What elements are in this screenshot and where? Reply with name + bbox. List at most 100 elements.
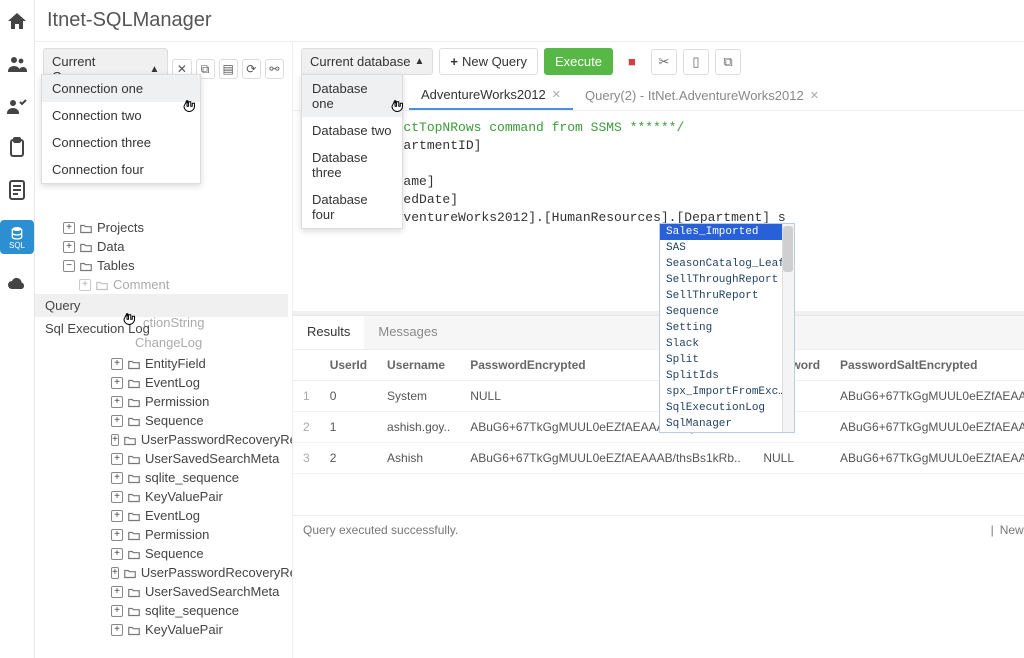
tree-table-node[interactable]: +sqlite_sequence [45, 468, 288, 487]
tree-table-node[interactable]: +KeyValuePair [45, 620, 288, 639]
close-icon[interactable]: ✕ [552, 88, 561, 101]
folder-icon [127, 586, 141, 597]
tree-node[interactable]: +Projects [45, 218, 288, 237]
tree-table-node[interactable]: +UserPasswordRecoveryRequest [45, 430, 288, 449]
tree-table-node[interactable]: +Permission [45, 525, 288, 544]
folder-icon [127, 510, 141, 521]
tree-table-node[interactable]: +sqlite_sequence [45, 601, 288, 620]
connection-item[interactable]: Connection four [42, 156, 200, 183]
intellisense-item[interactable]: SellThroughReport [660, 272, 794, 288]
folder-icon [123, 434, 137, 445]
connection-item[interactable]: Connection one [42, 75, 200, 102]
folder-icon [127, 358, 141, 369]
tree-node[interactable]: +Data [45, 237, 288, 256]
tree-label: Tables [97, 258, 135, 273]
col-header[interactable]: Username [377, 350, 460, 381]
folder-icon [79, 241, 93, 252]
sidebar-item-query[interactable]: Query [35, 294, 288, 317]
intellisense-item[interactable]: SAS [660, 240, 794, 256]
tree-table-node[interactable]: +UserSavedSearchMeta [45, 449, 288, 468]
folder-icon [127, 396, 141, 407]
intellisense-item[interactable]: SqlManager [660, 416, 794, 432]
nav-sql-icon[interactable]: SQL [0, 220, 34, 254]
tab-label: Query(2) - ItNet.AdventureWorks2012 [585, 88, 804, 103]
new-query-button[interactable]: +New Query [439, 48, 538, 75]
tree-table-node[interactable]: +UserSavedSearchMeta [45, 582, 288, 601]
folder-icon [95, 279, 109, 290]
status-message: Query executed successfully. [303, 523, 458, 537]
intellisense-popup[interactable]: Sales_ImportedSASSeasonCatalog_LeafSellT… [659, 223, 795, 433]
database-item[interactable]: Database two [302, 117, 402, 144]
scrollbar[interactable] [782, 224, 794, 432]
results-tab[interactable]: Results [293, 316, 364, 349]
database-item[interactable]: Database one [302, 75, 402, 117]
tree-label: Comment [113, 277, 169, 292]
button-label: New Query [462, 54, 527, 69]
folder-icon [127, 605, 141, 616]
nav-users-icon[interactable] [5, 52, 29, 76]
intellisense-item[interactable]: SellThruReport [660, 288, 794, 304]
intellisense-item[interactable]: SeasonCatalog_Leaf [660, 256, 794, 272]
tree-node[interactable]: −Tables [45, 256, 288, 275]
col-header[interactable]: PasswordSaltEncrypted [830, 350, 1024, 381]
folder-icon [79, 260, 93, 271]
nav-cloud-icon[interactable] [5, 272, 29, 296]
tree-table-node[interactable]: +KeyValuePair [45, 487, 288, 506]
query-tab[interactable]: Query(2) - ItNet.AdventureWorks2012 ✕ [573, 81, 831, 110]
folder-icon [127, 472, 141, 483]
tree-table-node[interactable]: +Sequence [45, 411, 288, 430]
connection-dropdown-list: Connection one Connection two Connection… [41, 74, 201, 184]
intellisense-item[interactable]: Slack [660, 336, 794, 352]
tree-table-node[interactable]: +Permission [45, 392, 288, 411]
intellisense-item[interactable]: Sales_Imported [660, 224, 794, 240]
col-header[interactable]: UserId [320, 350, 377, 381]
close-icon[interactable]: ✕ [810, 89, 819, 102]
folder-icon [123, 567, 137, 578]
folder-icon [127, 624, 141, 635]
tree-node[interactable]: +Comment [45, 275, 288, 294]
stop-icon[interactable]: ■ [619, 49, 645, 75]
nav-group-icon[interactable] [5, 94, 29, 118]
tool-icon[interactable]: ⧉ [715, 49, 741, 75]
scrollbar-thumb[interactable] [783, 226, 793, 272]
tree-table-node[interactable]: +EventLog [45, 506, 288, 525]
connection-item[interactable]: Connection two [42, 102, 200, 129]
intellisense-item[interactable]: SplitIds [660, 368, 794, 384]
intellisense-item[interactable]: SqlExecutionLog [660, 400, 794, 416]
tree-label: Data [97, 239, 124, 254]
tool-icon[interactable]: ▯ [683, 49, 709, 75]
intellisense-item[interactable]: spx_ImportFromExcel07 [660, 384, 794, 400]
caret-up-icon [414, 56, 424, 67]
table-row[interactable]: 3 2 Ashish ABuG6+67TkGgMUUL0eEZfAEAAAB/t… [293, 443, 1024, 474]
tree-label: EventLog [145, 508, 200, 523]
tree-label: sqlite_sequence [145, 603, 239, 618]
database-item[interactable]: Database four [302, 186, 402, 228]
messages-tab[interactable]: Messages [364, 316, 451, 349]
nav-doc-icon[interactable] [5, 178, 29, 202]
intellisense-item[interactable]: Split [660, 352, 794, 368]
sidebar-item-sqllog[interactable]: Sql Execution Log ctionString ChangeLog [35, 317, 288, 340]
tree-table-node[interactable]: +EventLog [45, 373, 288, 392]
intellisense-item[interactable]: Sequence [660, 304, 794, 320]
database-dropdown[interactable]: Current database [301, 48, 433, 75]
refresh-icon[interactable]: ⟳ [242, 59, 261, 79]
cursor-icon [389, 98, 407, 116]
link-icon[interactable]: ⚯ [265, 59, 284, 79]
tree-table-node[interactable]: +Sequence [45, 544, 288, 563]
nav-home-icon[interactable] [5, 10, 29, 34]
tree-table-node[interactable]: +EntityField [45, 354, 288, 373]
tree-table-node[interactable]: +UserPasswordRecoveryRequest [45, 563, 288, 582]
execute-button[interactable]: Execute [544, 48, 613, 75]
tree-label: Permission [145, 527, 209, 542]
query-tab[interactable]: AdventureWorks2012✕ [409, 81, 573, 110]
database-item[interactable]: Database three [302, 144, 402, 186]
app-title: Itnet-SQLManager [47, 9, 212, 32]
intellisense-item[interactable]: Setting [660, 320, 794, 336]
tree-label: sqlite_sequence [145, 470, 239, 485]
paste-icon[interactable]: ▤ [219, 59, 238, 79]
connection-item[interactable]: Connection three [42, 129, 200, 156]
tool-icon[interactable]: ✂ [651, 49, 677, 75]
tree-label: KeyValuePair [145, 489, 223, 504]
tree-label: UserSavedSearchMeta [145, 451, 279, 466]
nav-clipboard-icon[interactable] [5, 136, 29, 160]
